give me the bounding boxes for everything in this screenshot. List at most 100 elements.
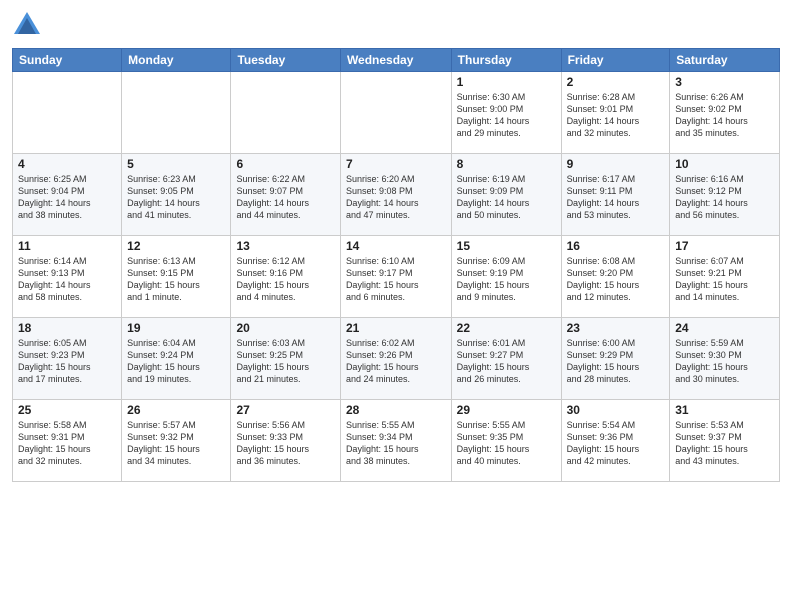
day-number: 27	[236, 403, 334, 417]
cell-info-text: Sunrise: 6:01 AM Sunset: 9:27 PM Dayligh…	[457, 337, 556, 386]
day-number: 16	[567, 239, 665, 253]
day-number: 26	[127, 403, 225, 417]
calendar-cell: 5Sunrise: 6:23 AM Sunset: 9:05 PM Daylig…	[122, 154, 231, 236]
calendar-cell: 11 Sunrise: 6:14 AM Sunset: 9:13 PM Dayli…	[13, 236, 122, 318]
calendar-cell: 20 Sunrise: 6:03 AM Sunset: 9:25 PM Dayli…	[231, 318, 340, 400]
cell-info-text: Sunrise: 5:59 AM Sunset: 9:30 PM Dayligh…	[675, 337, 774, 386]
calendar-week-row: 18 Sunrise: 6:05 AM Sunset: 9:23 PM Dayli…	[13, 318, 780, 400]
cell-info-text: Sunrise: 6:07 AM Sunset: 9:21 PM Dayligh…	[675, 255, 774, 304]
calendar-cell: 8 Sunrise: 6:19 AM Sunset: 9:09 PM Daylig…	[451, 154, 561, 236]
calendar-cell: 15 Sunrise: 6:09 AM Sunset: 9:19 PM Dayli…	[451, 236, 561, 318]
weekday-header-cell: Monday	[122, 49, 231, 72]
calendar-cell: 29 Sunrise: 5:55 AM Sunset: 9:35 PM Dayli…	[451, 400, 561, 482]
day-number: 7	[346, 157, 446, 171]
calendar-cell: 25 Sunrise: 5:58 AM Sunset: 9:31 PM Dayli…	[13, 400, 122, 482]
cell-info-text: Sunrise: 5:55 AM Sunset: 9:34 PM Dayligh…	[346, 419, 446, 468]
day-number: 30	[567, 403, 665, 417]
weekday-header-cell: Tuesday	[231, 49, 340, 72]
calendar-cell: 10 Sunrise: 6:16 AM Sunset: 9:12 PM Dayli…	[670, 154, 780, 236]
cell-info-text: Sunrise: 5:58 AM Sunset: 9:31 PM Dayligh…	[18, 419, 116, 468]
weekday-header-cell: Sunday	[13, 49, 122, 72]
day-number: 9	[567, 157, 665, 171]
day-number: 3	[675, 75, 774, 89]
calendar-cell: 30 Sunrise: 5:54 AM Sunset: 9:36 PM Dayli…	[561, 400, 670, 482]
calendar-cell	[122, 72, 231, 154]
cell-info-text: Sunrise: 6:22 AM Sunset: 9:07 PM Dayligh…	[236, 173, 334, 222]
cell-info-text: Sunrise: 6:02 AM Sunset: 9:26 PM Dayligh…	[346, 337, 446, 386]
day-number: 25	[18, 403, 116, 417]
calendar-cell: 18 Sunrise: 6:05 AM Sunset: 9:23 PM Dayli…	[13, 318, 122, 400]
logo	[12, 10, 46, 40]
day-number: 17	[675, 239, 774, 253]
cell-info-text: Sunrise: 6:26 AM Sunset: 9:02 PM Dayligh…	[675, 91, 774, 140]
day-number: 2	[567, 75, 665, 89]
cell-info-text: Sunrise: 5:54 AM Sunset: 9:36 PM Dayligh…	[567, 419, 665, 468]
calendar-cell: 23Sunrise: 6:00 AM Sunset: 9:29 PM Dayli…	[561, 318, 670, 400]
calendar-week-row: 1Sunrise: 6:30 AM Sunset: 9:00 PM Daylig…	[13, 72, 780, 154]
day-number: 19	[127, 321, 225, 335]
day-number: 24	[675, 321, 774, 335]
calendar-cell: 2 Sunrise: 6:28 AM Sunset: 9:01 PM Daylig…	[561, 72, 670, 154]
cell-info-text: Sunrise: 6:00 AM Sunset: 9:29 PM Dayligh…	[567, 337, 665, 386]
cell-info-text: Sunrise: 6:12 AM Sunset: 9:16 PM Dayligh…	[236, 255, 334, 304]
calendar-cell: 21Sunrise: 6:02 AM Sunset: 9:26 PM Dayli…	[340, 318, 451, 400]
cell-info-text: Sunrise: 5:53 AM Sunset: 9:37 PM Dayligh…	[675, 419, 774, 468]
day-number: 13	[236, 239, 334, 253]
cell-info-text: Sunrise: 6:03 AM Sunset: 9:25 PM Dayligh…	[236, 337, 334, 386]
calendar-cell: 27 Sunrise: 5:56 AM Sunset: 9:33 PM Dayli…	[231, 400, 340, 482]
calendar-cell: 17 Sunrise: 6:07 AM Sunset: 9:21 PM Dayli…	[670, 236, 780, 318]
calendar-cell: 3 Sunrise: 6:26 AM Sunset: 9:02 PM Daylig…	[670, 72, 780, 154]
calendar-table: SundayMondayTuesdayWednesdayThursdayFrid…	[12, 48, 780, 482]
day-number: 4	[18, 157, 116, 171]
cell-info-text: Sunrise: 6:25 AM Sunset: 9:04 PM Dayligh…	[18, 173, 116, 222]
calendar-cell	[340, 72, 451, 154]
page-container: SundayMondayTuesdayWednesdayThursdayFrid…	[0, 0, 792, 612]
cell-info-text: Sunrise: 6:16 AM Sunset: 9:12 PM Dayligh…	[675, 173, 774, 222]
calendar-body: 1Sunrise: 6:30 AM Sunset: 9:00 PM Daylig…	[13, 72, 780, 482]
calendar-cell: 22Sunrise: 6:01 AM Sunset: 9:27 PM Dayli…	[451, 318, 561, 400]
cell-info-text: Sunrise: 6:17 AM Sunset: 9:11 PM Dayligh…	[567, 173, 665, 222]
weekday-header-cell: Wednesday	[340, 49, 451, 72]
calendar-cell: 7 Sunrise: 6:20 AM Sunset: 9:08 PM Daylig…	[340, 154, 451, 236]
cell-info-text: Sunrise: 6:10 AM Sunset: 9:17 PM Dayligh…	[346, 255, 446, 304]
day-number: 20	[236, 321, 334, 335]
calendar-week-row: 11 Sunrise: 6:14 AM Sunset: 9:13 PM Dayli…	[13, 236, 780, 318]
calendar-cell: 6Sunrise: 6:22 AM Sunset: 9:07 PM Daylig…	[231, 154, 340, 236]
calendar-cell: 1Sunrise: 6:30 AM Sunset: 9:00 PM Daylig…	[451, 72, 561, 154]
day-number: 12	[127, 239, 225, 253]
cell-info-text: Sunrise: 6:30 AM Sunset: 9:00 PM Dayligh…	[457, 91, 556, 140]
day-number: 14	[346, 239, 446, 253]
calendar-cell: 19Sunrise: 6:04 AM Sunset: 9:24 PM Dayli…	[122, 318, 231, 400]
calendar-week-row: 25 Sunrise: 5:58 AM Sunset: 9:31 PM Dayli…	[13, 400, 780, 482]
cell-info-text: Sunrise: 5:55 AM Sunset: 9:35 PM Dayligh…	[457, 419, 556, 468]
cell-info-text: Sunrise: 6:13 AM Sunset: 9:15 PM Dayligh…	[127, 255, 225, 304]
day-number: 28	[346, 403, 446, 417]
day-number: 10	[675, 157, 774, 171]
calendar-cell: 28 Sunrise: 5:55 AM Sunset: 9:34 PM Dayli…	[340, 400, 451, 482]
calendar-cell: 14 Sunrise: 6:10 AM Sunset: 9:17 PM Dayli…	[340, 236, 451, 318]
calendar-cell	[13, 72, 122, 154]
calendar-cell: 9 Sunrise: 6:17 AM Sunset: 9:11 PM Daylig…	[561, 154, 670, 236]
calendar-cell: 24 Sunrise: 5:59 AM Sunset: 9:30 PM Dayli…	[670, 318, 780, 400]
cell-info-text: Sunrise: 5:56 AM Sunset: 9:33 PM Dayligh…	[236, 419, 334, 468]
day-number: 31	[675, 403, 774, 417]
header	[12, 10, 780, 40]
day-number: 11	[18, 239, 116, 253]
day-number: 18	[18, 321, 116, 335]
weekday-header-cell: Friday	[561, 49, 670, 72]
cell-info-text: Sunrise: 6:28 AM Sunset: 9:01 PM Dayligh…	[567, 91, 665, 140]
day-number: 5	[127, 157, 225, 171]
day-number: 8	[457, 157, 556, 171]
cell-info-text: Sunrise: 6:14 AM Sunset: 9:13 PM Dayligh…	[18, 255, 116, 304]
day-number: 29	[457, 403, 556, 417]
calendar-cell	[231, 72, 340, 154]
weekday-header-cell: Thursday	[451, 49, 561, 72]
cell-info-text: Sunrise: 6:09 AM Sunset: 9:19 PM Dayligh…	[457, 255, 556, 304]
weekday-header-row: SundayMondayTuesdayWednesdayThursdayFrid…	[13, 49, 780, 72]
calendar-cell: 4 Sunrise: 6:25 AM Sunset: 9:04 PM Daylig…	[13, 154, 122, 236]
cell-info-text: Sunrise: 6:05 AM Sunset: 9:23 PM Dayligh…	[18, 337, 116, 386]
cell-info-text: Sunrise: 6:19 AM Sunset: 9:09 PM Dayligh…	[457, 173, 556, 222]
cell-info-text: Sunrise: 6:20 AM Sunset: 9:08 PM Dayligh…	[346, 173, 446, 222]
day-number: 15	[457, 239, 556, 253]
calendar-cell: 12 Sunrise: 6:13 AM Sunset: 9:15 PM Dayli…	[122, 236, 231, 318]
